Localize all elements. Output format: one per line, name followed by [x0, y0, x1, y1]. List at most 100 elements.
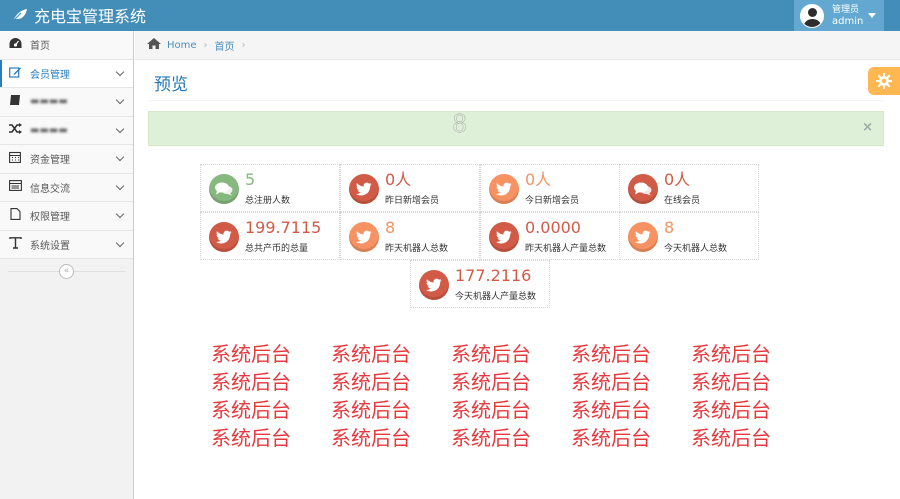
- comments-icon: [628, 174, 658, 204]
- twitter-icon: [489, 222, 519, 252]
- stat-tile: 177.2116 今天机器人产量总数: [410, 260, 550, 308]
- stat-label: 今天机器人产量总数: [455, 292, 537, 302]
- twitter-icon: [489, 174, 519, 204]
- repeated-text: 系统后台: [211, 370, 291, 394]
- sidebar-item-home[interactable]: 首页: [0, 31, 133, 60]
- chevron-down-icon: [115, 124, 125, 133]
- stat-value: 0人: [664, 170, 691, 189]
- user-name: admin: [832, 15, 864, 27]
- stat-label: 总共产币的总量: [245, 244, 309, 254]
- repeated-text: 系统后台: [691, 342, 771, 366]
- app-brand[interactable]: 充电宝管理系统: [12, 4, 146, 26]
- repeated-text: 系统后台: [211, 398, 291, 422]
- stat-label: 昨天机器人总数: [385, 244, 449, 254]
- sidebar: 首页 会员管理 ▬▬▬▬ ▬▬▬▬ 资金管理 信息交流 权限管理 系统设置 «: [0, 31, 134, 499]
- list-icon: [8, 180, 22, 194]
- avatar: [800, 3, 824, 28]
- home-icon: [147, 38, 161, 52]
- stat-tile: 0.0000 昨天机器人产量总数: [480, 212, 620, 260]
- gear-icon: [876, 73, 892, 89]
- breadcrumb-home-link[interactable]: Home: [167, 40, 197, 51]
- repeated-text: 系统后台: [331, 342, 411, 366]
- repeated-text: 系统后台: [691, 426, 771, 450]
- breadcrumb-separator-icon: ›: [241, 39, 246, 51]
- stat-value: 8: [664, 218, 675, 237]
- stat-label: 昨日新增会员: [385, 196, 440, 206]
- sidebar-collapse-row: «: [0, 259, 133, 283]
- repeated-text: 系统后台: [571, 426, 651, 450]
- repeated-text: 系统后台: [571, 342, 651, 366]
- stat-label: 昨天机器人产量总数: [525, 244, 607, 254]
- leaf-icon: [12, 9, 27, 22]
- repeated-text: 系统后台: [211, 426, 291, 450]
- sidebar-item-label: 会员管理: [30, 69, 70, 81]
- chevron-down-icon: [115, 238, 125, 247]
- sidebar-item-funds[interactable]: 资金管理: [0, 145, 133, 174]
- sidebar-item-obscured-1[interactable]: ▬▬▬▬: [0, 88, 133, 117]
- stat-tile: 0人昨日新增会员: [340, 164, 480, 212]
- stat-tile: 8 昨天机器人总数: [340, 212, 480, 260]
- stat-tile: 8 今天机器人总数: [619, 212, 759, 260]
- breadcrumb: Home › 首页 ›: [135, 31, 900, 60]
- alert-text: 8: [452, 110, 468, 138]
- sidebar-item-label: 信息交流: [30, 183, 70, 195]
- chevron-down-icon: [115, 209, 125, 219]
- top-navbar: 充电宝管理系统 管理员 admin: [0, 0, 900, 31]
- sidebar-item-members[interactable]: 会员管理: [0, 59, 133, 88]
- user-menu[interactable]: 管理员 admin: [794, 0, 884, 31]
- chevron-down-icon: [115, 95, 125, 105]
- app-title: 充电宝管理系统: [34, 7, 147, 26]
- repeated-text: 系统后台: [211, 342, 291, 366]
- sidebar-item-label: 资金管理: [30, 155, 70, 167]
- settings-button[interactable]: [868, 67, 900, 95]
- sidebar-item-label: 系统设置: [30, 240, 70, 252]
- breadcrumb-current[interactable]: 首页: [215, 38, 235, 53]
- repeated-text: 系统后台: [451, 370, 531, 394]
- comments-icon: [209, 174, 239, 204]
- close-icon[interactable]: ×: [862, 120, 873, 135]
- chevron-down-icon: [115, 152, 125, 162]
- sidebar-item-messages[interactable]: 信息交流: [0, 173, 133, 202]
- sidebar-item-settings[interactable]: 系统设置: [0, 230, 133, 259]
- stat-value: 8: [385, 218, 396, 237]
- dashboard-icon: [8, 37, 22, 52]
- file-icon: [8, 208, 22, 223]
- stat-value: 5: [245, 170, 256, 189]
- twitter-icon: [349, 222, 379, 252]
- stat-label: 在线会员: [664, 196, 701, 206]
- repeated-text: 系统后台: [451, 342, 531, 366]
- repeated-text: 系统后台: [451, 398, 531, 422]
- stat-value: 177.2116: [455, 266, 532, 285]
- book-icon: [8, 94, 22, 109]
- shuffle-icon: [8, 123, 22, 137]
- sidebar-item-obscured-2[interactable]: ▬▬▬▬: [0, 116, 133, 145]
- stat-tile: 199.7115 总共产币的总量: [200, 212, 340, 260]
- stat-value: 0人: [525, 170, 552, 189]
- user-role: 管理员: [832, 4, 860, 15]
- stat-tile: 5 总注册人数: [200, 164, 340, 212]
- repeated-text: 系统后台: [331, 370, 411, 394]
- stat-tile: 0人 今日新增会员: [480, 164, 620, 212]
- calendar-icon: [8, 151, 22, 166]
- stat-value: 0人: [385, 170, 412, 189]
- twitter-icon: [419, 270, 449, 300]
- twitter-icon: [209, 222, 239, 252]
- twitter-icon: [628, 222, 658, 252]
- alert-banner: 8 ×: [148, 110, 884, 146]
- caret-down-icon: [868, 13, 876, 18]
- divider: [148, 100, 884, 101]
- stat-value: 199.7115: [245, 218, 322, 237]
- repeated-text: 系统后台: [451, 426, 531, 450]
- stat-value: 0.0000: [525, 218, 581, 237]
- sidebar-item-label: 权限管理: [30, 212, 70, 224]
- repeated-text: 系统后台: [331, 426, 411, 450]
- repeated-text-grid: 系统后台 系统后台 系统后台 系统后台 系统后台 系统后台 系统后台 系统后台 系统后台 系统后台…: [211, 340, 791, 452]
- sidebar-item-label: 首页: [30, 41, 50, 53]
- breadcrumb-separator-icon: ›: [203, 39, 208, 51]
- collapse-sidebar-button[interactable]: «: [59, 263, 74, 279]
- text-icon: [8, 236, 22, 252]
- repeated-text: 系统后台: [571, 398, 651, 422]
- chevron-down-icon: [115, 181, 125, 190]
- twitter-icon: [349, 174, 379, 204]
- sidebar-item-permissions[interactable]: 权限管理: [0, 202, 133, 231]
